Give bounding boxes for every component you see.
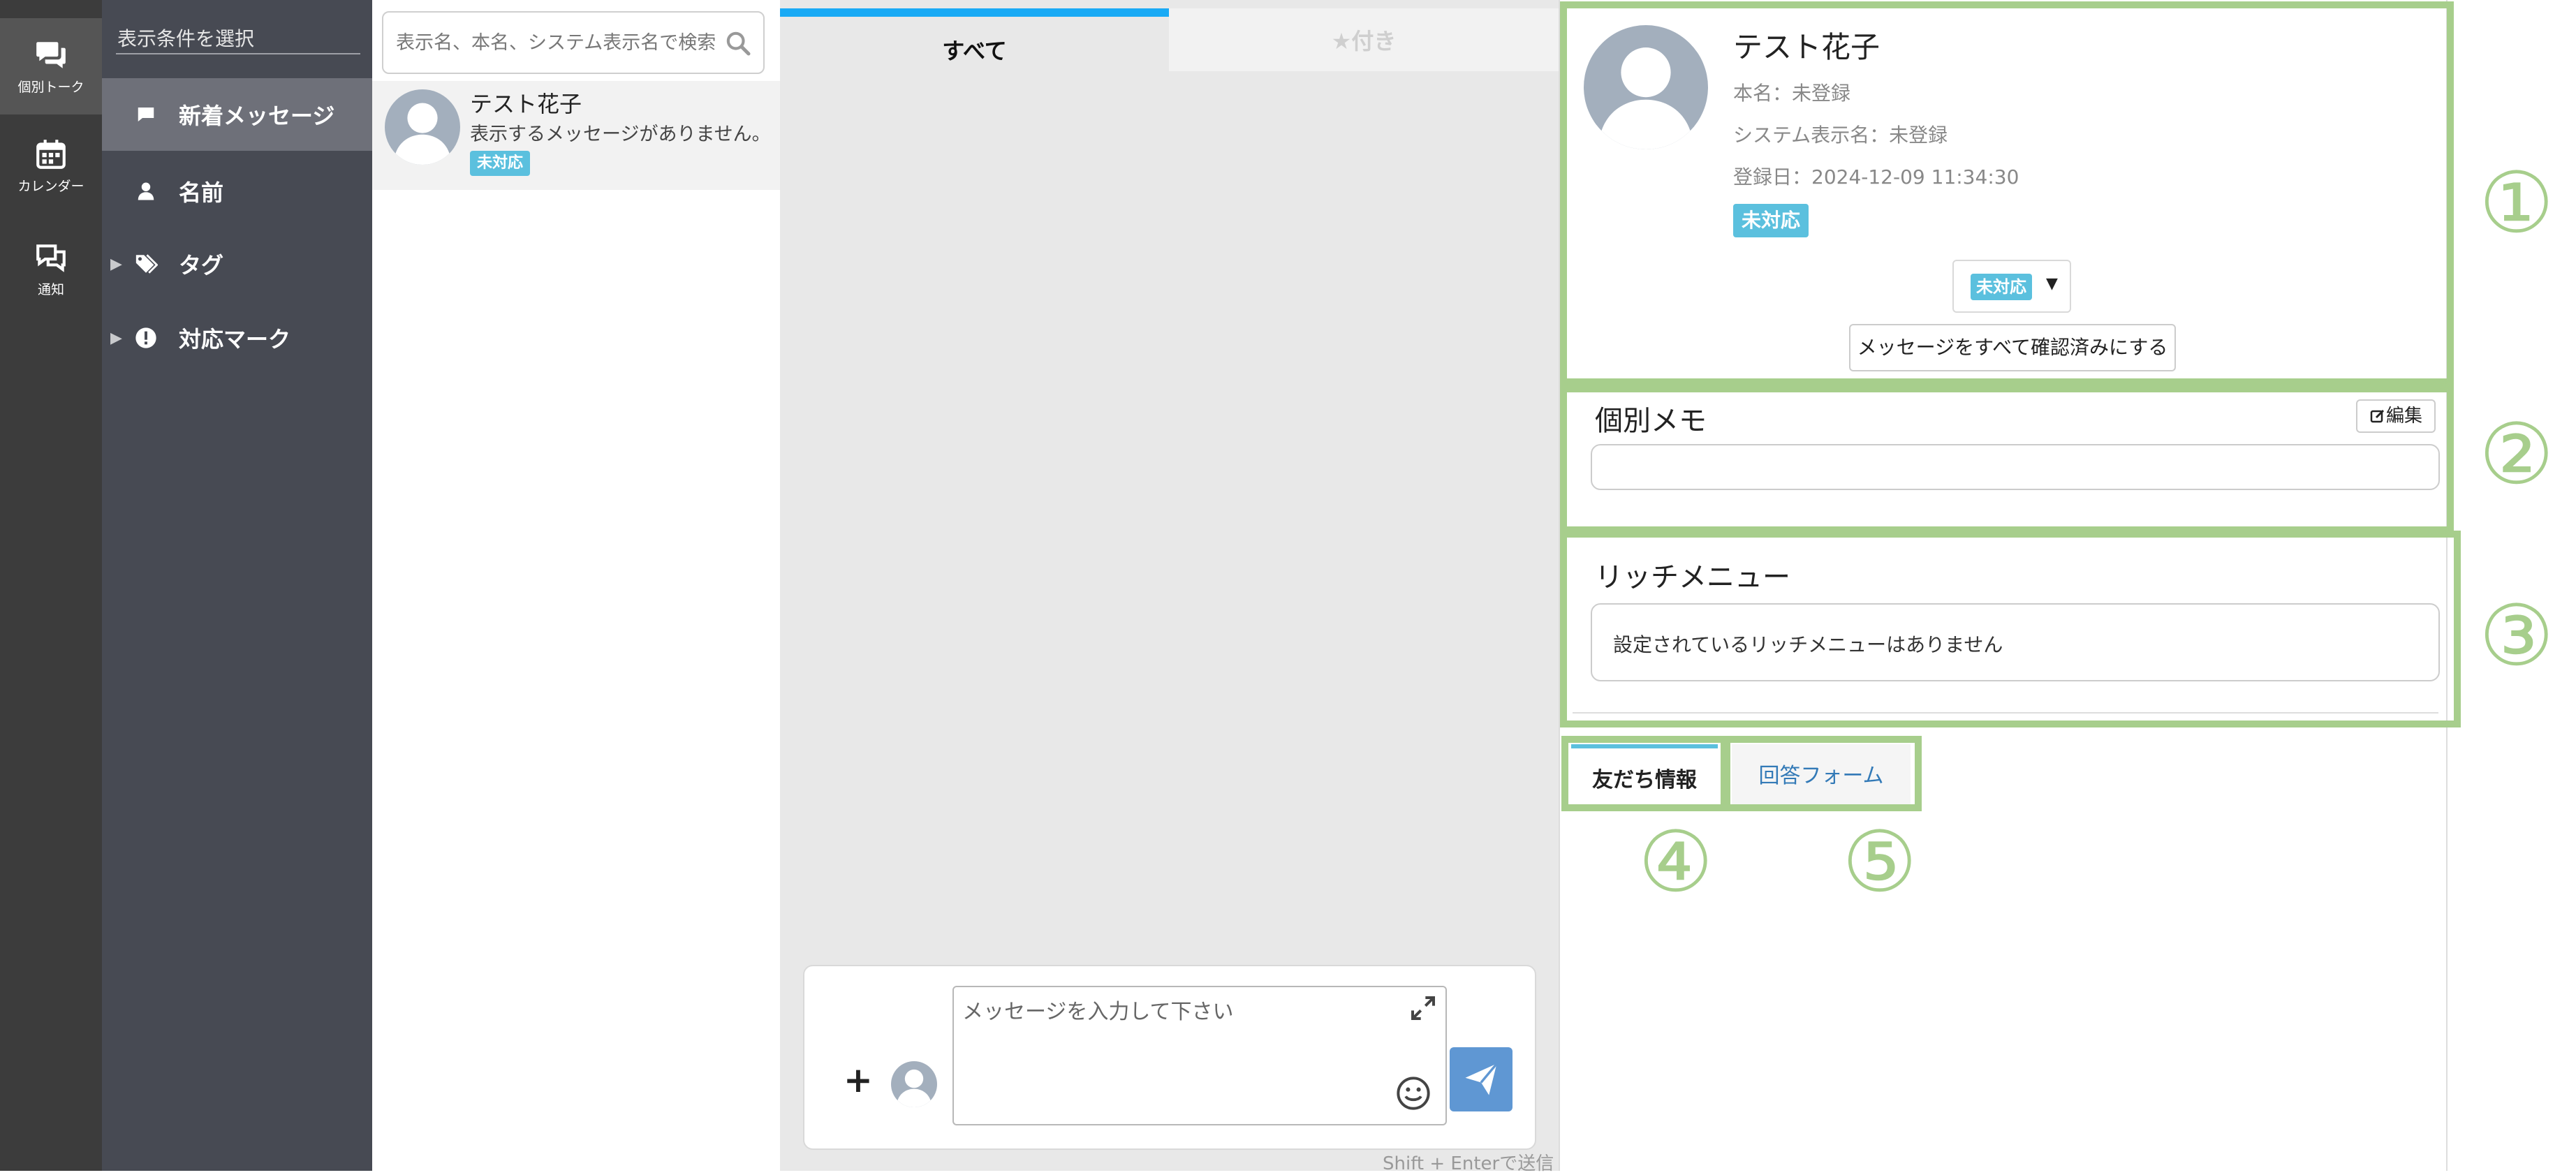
filter-item-label: 対応マーク: [179, 326, 291, 353]
callout-1: ①: [2479, 155, 2554, 252]
callout-5: ⑤: [1842, 814, 1918, 911]
callout-3: ③: [2479, 588, 2554, 685]
filter-item-new-messages[interactable]: 新着メッセージ: [102, 78, 372, 151]
rail-item-label: 通知: [37, 281, 64, 297]
highlight-box-memo: [1560, 385, 2454, 533]
rail-item-label: カレンダー: [17, 178, 84, 194]
callout-2: ②: [2479, 406, 2554, 503]
message-input[interactable]: [961, 993, 1383, 1079]
message-composer: +: [803, 965, 1536, 1150]
filter-item-label: 名前: [179, 179, 224, 206]
expand-icon[interactable]: [1409, 994, 1437, 1022]
highlight-box-friend-tab: [1561, 736, 1728, 811]
tab-all[interactable]: すべて: [780, 8, 1169, 71]
rail-item-calendar[interactable]: カレンダー: [0, 117, 102, 214]
avatar: [385, 89, 460, 165]
callout-4: ④: [1638, 814, 1714, 911]
person-icon: [133, 178, 159, 205]
notification-chat-icon: [36, 244, 66, 272]
highlight-box-profile: [1560, 1, 2454, 385]
sender-avatar[interactable]: [891, 1061, 937, 1107]
search-input[interactable]: [395, 27, 719, 59]
caret-right-icon[interactable]: ▶: [110, 330, 122, 347]
chat-bubbles-icon: [36, 41, 66, 68]
send-button[interactable]: [1450, 1047, 1513, 1111]
message-icon: [133, 101, 159, 128]
filter-sidebar: 表示条件を選択 新着メッセージ 名前 ▶ タグ ▶ 対応マーク: [102, 0, 372, 1171]
highlight-box-rich-menu: [1560, 531, 2461, 727]
send-shortcut-hint: Shift + Enterで送信: [1383, 1153, 1554, 1174]
message-input-box: [952, 986, 1447, 1125]
emoji-icon[interactable]: [1395, 1075, 1431, 1111]
filter-item-label: タグ: [179, 252, 224, 279]
highlight-box-form-tab: [1723, 736, 1922, 811]
icon-rail: 個別トーク カレンダー 通知: [0, 0, 102, 1171]
contact-preview: 表示するメッセージがありません。: [470, 124, 771, 145]
calendar-icon: [36, 139, 66, 169]
rail-item-label: 個別トーク: [17, 79, 84, 95]
tab-label: すべて: [942, 38, 1007, 64]
paper-plane-icon: [1465, 1063, 1498, 1095]
search-box: [382, 11, 765, 74]
filter-divider: [116, 53, 360, 54]
filter-item-name[interactable]: 名前: [102, 155, 372, 228]
filter-item-tags[interactable]: ▶ タグ: [102, 228, 372, 300]
filter-item-label: 新着メッセージ: [179, 103, 335, 129]
add-attachment-button[interactable]: +: [844, 1063, 873, 1098]
tags-icon: [133, 251, 159, 277]
rail-item-notification[interactable]: 通知: [0, 221, 102, 317]
tab-label: ★付き: [1331, 28, 1397, 54]
filter-title: 表示条件を選択: [117, 27, 255, 50]
caret-right-icon[interactable]: ▶: [110, 256, 122, 273]
tab-starred[interactable]: ★付き: [1169, 8, 1559, 71]
search-icon[interactable]: [724, 29, 752, 57]
contact-name: テスト花子: [470, 91, 582, 117]
exclamation-circle-icon: [133, 325, 159, 351]
status-badge: 未対応: [470, 151, 531, 176]
filter-item-response-mark[interactable]: ▶ 対応マーク: [102, 302, 372, 374]
rail-item-individual-talk[interactable]: 個別トーク: [0, 18, 102, 114]
active-tab-indicator: [780, 8, 1169, 17]
contact-list-item[interactable]: テスト花子 表示するメッセージがありません。 未対応: [372, 81, 780, 190]
